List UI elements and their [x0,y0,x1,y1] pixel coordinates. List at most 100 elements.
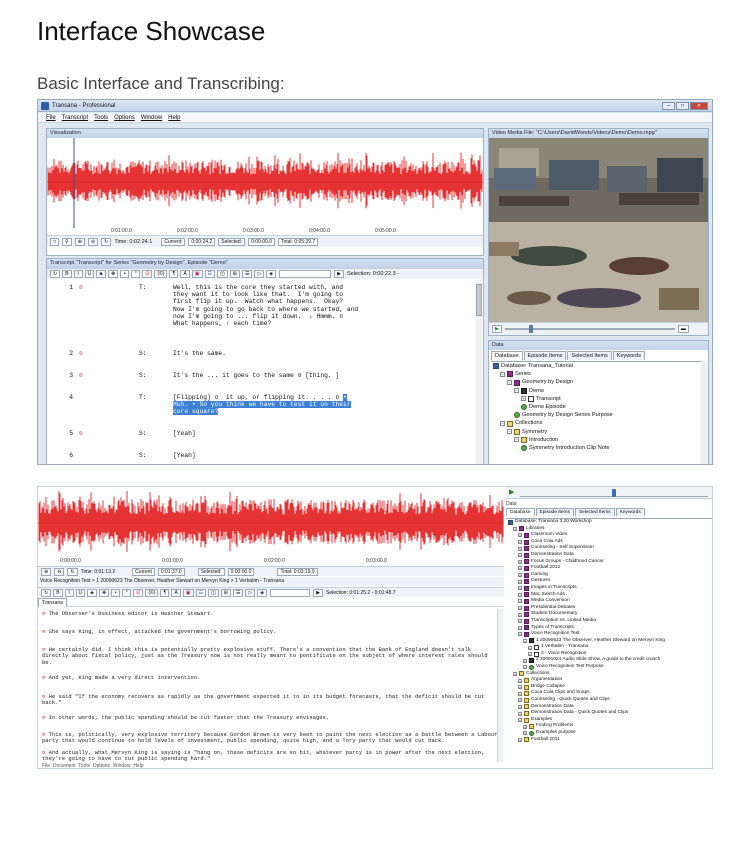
format-button[interactable]: ☲ [195,588,207,597]
expand-toggle-icon[interactable]: + [518,566,522,571]
format-button[interactable]: ⊞ [229,270,240,278]
tree-scrollbar[interactable] [701,361,707,464]
transcript-scrollbar[interactable] [476,280,482,464]
expand-toggle-icon[interactable]: + [518,546,522,551]
expand-toggle-icon[interactable]: + [523,731,527,736]
format-button[interactable]: ▣ [191,270,203,278]
expand-toggle-icon[interactable]: + [528,645,532,650]
transcript-paragraph[interactable]: ¤ He said "If the economy recovers as ra… [42,693,500,707]
zoom-out-icon[interactable]: ⊖ [54,567,65,576]
video-frame[interactable] [489,138,708,322]
tree-node[interactable]: − Geometry by Design [491,378,701,386]
menu-item[interactable]: Transcript [62,113,88,122]
tree-node[interactable]: + Demonstration Data - Quick Quotes and C… [506,710,712,717]
zoom-in-icon[interactable]: ⊕ [41,567,52,576]
expand-toggle-icon[interactable]: + [523,658,527,663]
expand-toggle-icon[interactable]: − [500,421,505,427]
zoom-out-icon[interactable]: ⊖ [87,237,99,246]
transcript-paragraph[interactable]: ¤ In other words, the public spending sh… [42,714,500,721]
time-code-mark[interactable]: ¤ [42,610,49,617]
tab-database[interactable]: Database [491,351,523,360]
time-code-mark[interactable]: ¤ [79,372,83,379]
go-icon[interactable]: ▶ [334,270,345,278]
expand-toggle-icon[interactable]: + [523,665,527,670]
expand-toggle-icon[interactable]: + [518,619,522,624]
tab-episode-items[interactable]: Episode Items [523,351,567,360]
play-icon[interactable]: ▶ [492,325,502,333]
transcript-body-2[interactable]: ¤ The Observer's business editor is Heat… [38,609,504,762]
close-icon[interactable]: ✕ [690,102,708,110]
format-button[interactable]: ⊡ [142,270,153,278]
waveform-2[interactable] [38,487,504,557]
time-code-mark[interactable]: ¤ [79,350,83,357]
expand-toggle-icon[interactable]: + [518,540,522,545]
format-button[interactable]: U [84,270,95,278]
format-button[interactable]: ☰ [232,588,244,597]
format-button[interactable]: ▷ [254,270,265,278]
format-button[interactable]: ↻ [50,270,61,278]
scrollbar-thumb[interactable] [476,284,482,316]
expand-toggle-icon[interactable]: + [518,625,522,630]
expand-toggle-icon[interactable]: + [528,652,532,657]
refresh-icon[interactable]: ↻ [67,567,78,576]
transcript-paragraph[interactable]: ¤ He certainly did. I think this is pote… [42,646,500,666]
expand-toggle-icon[interactable]: + [518,685,522,690]
waveform-graph-2[interactable] [38,487,504,557]
format-button[interactable]: ° [131,270,141,278]
menu-item[interactable]: Help [168,113,180,122]
transcript-text[interactable]: [Flipping] ¤ it up, or flipping it. . . … [173,394,351,416]
transcript-paragraph[interactable]: ¤ And actually, what Mervyn King is sayi… [42,749,500,762]
expand-toggle-icon[interactable]: + [518,711,522,716]
format-button[interactable]: ◫ [208,588,219,597]
transcript-paragraph[interactable]: ¤ This is, politically, very explosive t… [42,731,500,745]
format-button[interactable]: ✥ [108,270,119,278]
database-tree[interactable]: Database: Transana_Tutorial − Series − Geome… [491,361,701,464]
expand-toggle-icon[interactable]: − [514,388,519,394]
expand-toggle-icon[interactable]: + [518,592,522,597]
tree-node[interactable]: + Examples purpose [506,730,712,737]
format-button[interactable]: ¶ [169,270,179,278]
transcript-text[interactable]: [Yeah] [173,452,196,459]
expand-toggle-icon[interactable]: + [518,599,522,604]
tree-node[interactable]: + Classroom Video [506,532,712,539]
format-button[interactable]: ↻ [41,588,52,597]
expand-toggle-icon[interactable]: + [518,691,522,696]
tree-node[interactable]: Database: Transana 3.20 Workshop [506,519,712,526]
expand-toggle-icon[interactable]: + [521,396,526,402]
expand-toggle-icon[interactable]: + [518,704,522,709]
expand-toggle-icon[interactable]: + [518,533,522,538]
format-button[interactable]: U [75,588,86,597]
expand-toggle-icon[interactable]: + [518,718,522,723]
format-button[interactable]: ◈ [257,588,268,597]
format-button[interactable]: ▣ [182,588,194,597]
format-button[interactable]: B [62,270,72,278]
format-button[interactable]: ◈ [87,588,98,597]
tree-node[interactable]: − Symmetry [491,428,701,436]
database-tree-2[interactable]: Database: Transana 3.20 Workshop + Librari… [506,518,712,768]
tab-episode-items[interactable]: Episode Items [535,508,574,516]
tree-node[interactable]: + Counseling - Self Supervision [506,545,712,552]
current-button[interactable]: Current [132,567,155,576]
menu-item[interactable]: Options [114,113,135,122]
tree-node[interactable]: − Demo [491,387,701,395]
transcript-text[interactable]: It's the ... it goes to the same ¤ [thin… [173,372,339,379]
tree-node[interactable]: Geometry by Design Series Purpose [491,411,701,419]
format-button[interactable]: ¶ [160,588,170,597]
expand-toggle-icon[interactable]: + [518,606,522,611]
tree-node[interactable]: +1 20090623 The Observer, Heather Stewar… [506,638,712,645]
go-icon[interactable]: ▶ [313,588,324,597]
expand-toggle-icon[interactable]: + [513,526,517,531]
maximize-icon[interactable]: □ [676,102,689,110]
expand-toggle-icon[interactable]: + [518,678,522,683]
expand-toggle-icon[interactable]: − [507,380,512,385]
tab-transana[interactable]: Transana [38,598,67,607]
tree-node[interactable]: + Transcript [491,395,701,403]
format-button[interactable]: ☲ [204,270,216,278]
transcript-paragraph[interactable]: ¤ And yet, King made a very direct inter… [42,674,500,681]
tree-node[interactable]: +1 Verbatim - Transana [506,644,712,651]
selected-button[interactable]: Selected: [218,237,246,246]
tree-node[interactable]: + Voice Recognition Test Purpose [506,664,712,671]
filter-icon[interactable]: ⚲ [62,237,72,246]
expand-toggle-icon[interactable]: + [518,573,522,578]
transcript-text[interactable]: Well, this is the core they started with… [173,284,358,327]
